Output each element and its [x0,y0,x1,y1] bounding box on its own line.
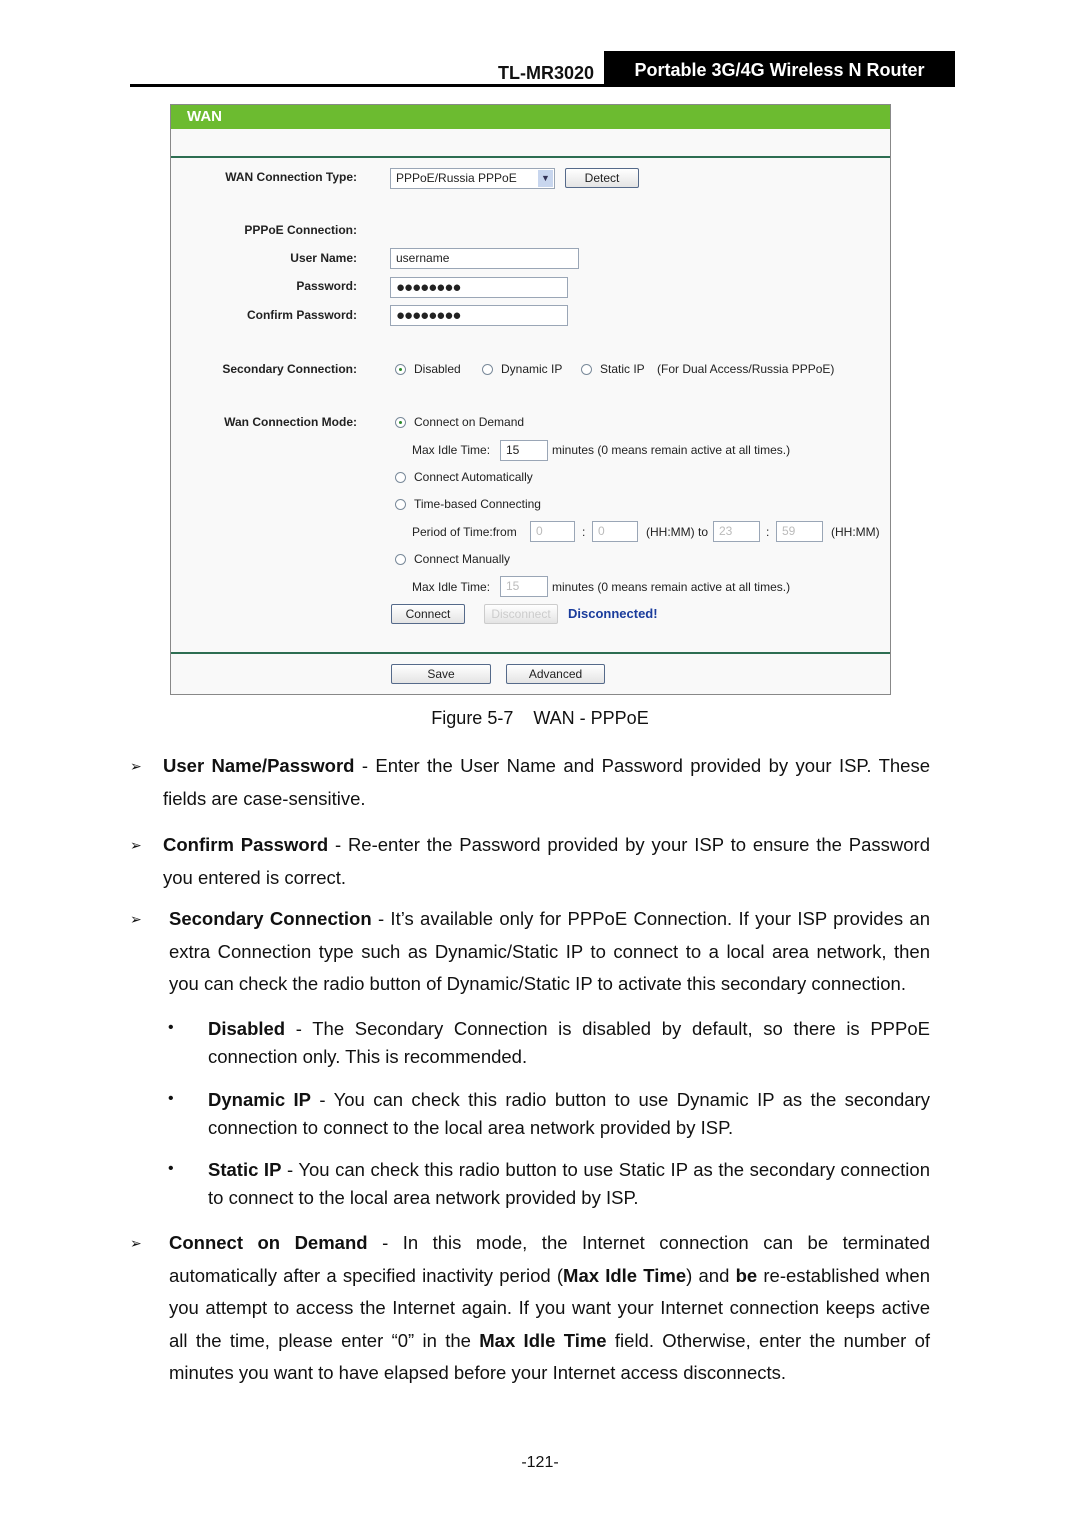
conn-type-select[interactable]: PPPoE/Russia PPPoE ▼ [390,168,555,189]
radio-connect-manually-label: Connect Manually [414,552,511,566]
radio-time-based[interactable] [395,499,406,510]
max-idle-input-manual[interactable]: 15 [500,576,548,597]
text-segment: - You can check this radio button to use… [208,1089,930,1138]
manual-page: TL-MR3020 Portable 3G/4G Wireless N Rout… [0,0,1080,1527]
radio-connect-manually[interactable] [395,554,406,565]
connection-status: Disconnected! [568,606,658,621]
text-segment: - The Secondary Connection is disabled b… [208,1018,930,1067]
secondary-note: (For Dual Access/Russia PPPoE) [657,362,835,376]
bold-term: Static IP [208,1159,282,1180]
radio-connect-on-demand[interactable] [395,417,406,428]
advanced-button[interactable]: Advanced [506,664,605,684]
password-input[interactable]: ●●●●●●●● [390,277,568,298]
bold-term: Dynamic IP [208,1089,311,1110]
to-minute-input[interactable]: 59 [776,521,823,542]
paragraph-user-name: User Name/Password - Enter the User Name… [163,750,930,815]
pppoe-connection-label: PPPoE Connection: [244,223,357,237]
arrow-bullet-icon: ➢ [130,1235,142,1251]
radio-dynamic-ip-label: Dynamic IP [501,362,563,376]
max-idle-label: Max Idle Time: [412,443,491,457]
wan-settings-screenshot: WAN WAN Connection Type: PPPoE/Russia PP… [170,104,891,695]
text-segment: ) and [686,1264,736,1286]
bullet-dynamic-ip: Dynamic IP - You can check this radio bu… [208,1086,930,1142]
conn-type-value: PPPoE/Russia PPPoE [396,171,517,185]
bold-term: Secondary Connection [169,908,372,929]
radio-connect-automatically-label: Connect Automatically [414,470,533,484]
detect-button[interactable]: Detect [565,168,639,188]
bold-term: Disabled [208,1018,286,1039]
page-number: -121- [521,1454,559,1471]
bullet-icon: • [168,1160,174,1177]
paragraph-confirm-password: Confirm Password - Re-enter the Password… [163,829,930,894]
colon: : [766,525,770,539]
hhmm-to: (HH:MM) to [646,525,708,539]
radio-time-based-label: Time-based Connecting [414,497,541,511]
radio-dynamic-ip[interactable] [482,364,493,375]
chevron-down-icon[interactable]: ▼ [538,170,553,187]
radio-disabled-label: Disabled [414,362,461,376]
bullet-static-ip: Static IP - You can check this radio but… [208,1156,930,1212]
paragraph-secondary-connection: Secondary Connection - It’s available on… [169,903,930,1001]
divider [171,156,890,158]
max-idle-label-manual: Max Idle Time: [412,580,491,594]
password-label: Password: [296,279,357,293]
header-product: Portable 3G/4G Wireless N Router [604,51,955,87]
hhmm: (HH:MM) [831,525,880,539]
wan-mode-label: Wan Connection Mode: [224,415,357,429]
panel-title: WAN [171,105,890,129]
arrow-bullet-icon: ➢ [130,758,142,774]
header-rule [130,84,604,87]
conn-type-label: WAN Connection Type: [225,170,357,184]
arrow-bullet-icon: ➢ [130,911,142,927]
bullet-disabled: Disabled - The Secondary Connection is d… [208,1015,930,1071]
radio-static-ip-label: Static IP [600,362,645,376]
radio-connect-automatically[interactable] [395,472,406,483]
secondary-connection-label: Secondary Connection: [222,362,357,376]
bold-term: User Name/Password [163,755,355,776]
confirm-password-label: Confirm Password: [246,308,357,322]
arrow-bullet-icon: ➢ [130,837,142,853]
paragraph-connect-on-demand: Connect on Demand - In this mode, the In… [169,1227,930,1390]
bold-term: Max Idle Time [563,1264,687,1286]
colon: : [582,525,586,539]
disconnect-button[interactable]: Disconnect [484,604,558,624]
confirm-password-input[interactable]: ●●●●●●●● [390,305,568,326]
max-idle-note-manual: minutes (0 means remain active at all ti… [552,580,791,594]
bold-term: Max Idle Time [479,1329,607,1351]
bold-term: Confirm Password [163,834,329,855]
from-hour-input[interactable]: 0 [530,521,575,542]
radio-static-ip[interactable] [581,364,592,375]
save-button[interactable]: Save [391,664,491,684]
figure-caption: Figure 5-7 WAN - PPPoE [431,708,649,728]
to-hour-input[interactable]: 23 [713,521,760,542]
radio-disabled[interactable] [395,364,406,375]
bold-term: Connect on Demand [169,1232,368,1253]
bullet-icon: • [168,1090,174,1107]
user-name-label: User Name: [290,251,357,265]
connect-button[interactable]: Connect [391,604,465,624]
divider [171,652,890,654]
max-idle-note: minutes (0 means remain active at all ti… [552,443,791,457]
header-model: TL-MR3020 [497,63,594,83]
period-label: Period of Time:from [412,525,517,539]
max-idle-input[interactable]: 15 [500,440,548,461]
user-name-input[interactable]: username [390,248,579,269]
radio-connect-on-demand-label: Connect on Demand [414,415,525,429]
text-segment: - You can check this radio button to use… [208,1159,930,1208]
bold-term: be [735,1264,758,1286]
from-minute-input[interactable]: 0 [592,521,638,542]
bullet-icon: • [168,1019,174,1036]
